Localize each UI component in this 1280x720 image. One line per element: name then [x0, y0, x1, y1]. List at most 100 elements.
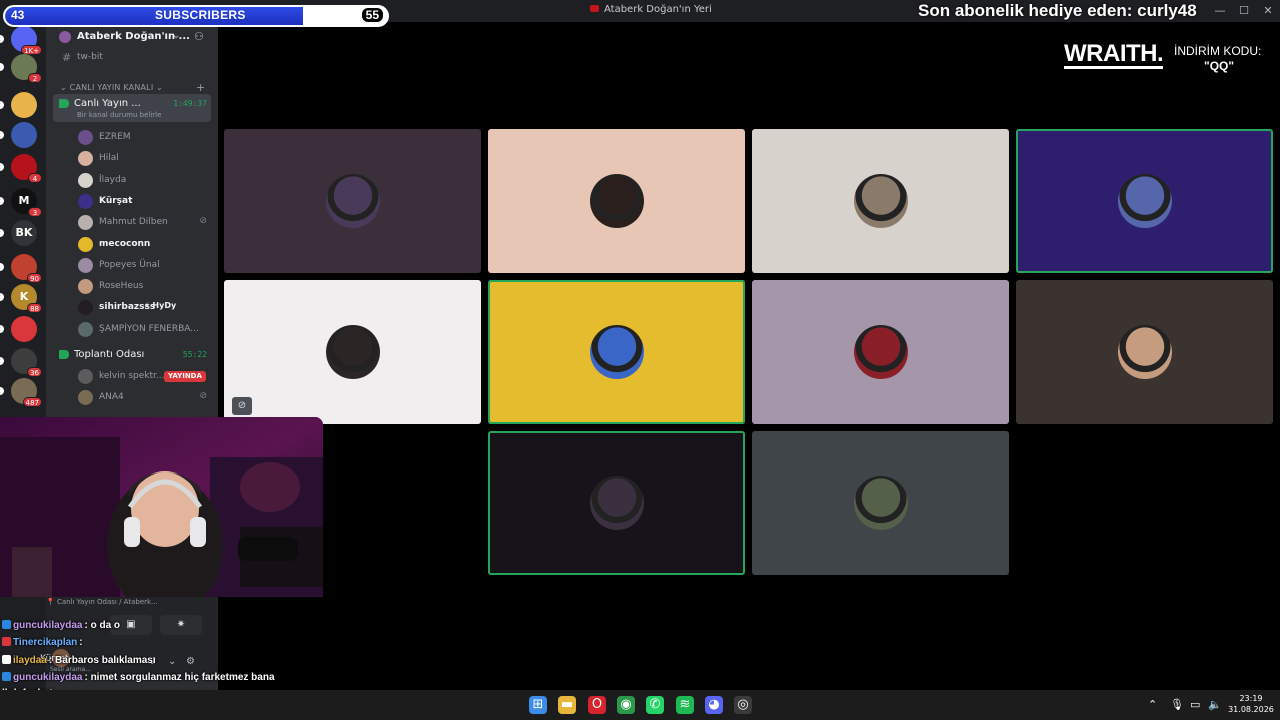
voice-channel-item[interactable]: Canlı Yayın ... 1:49:37 Bir kanal durumu b…	[53, 94, 211, 122]
headset-icon[interactable]: ♪	[150, 656, 156, 667]
mention-badge: 3	[28, 207, 42, 217]
subscriber-current: 43	[11, 8, 25, 22]
network-icon[interactable]: ▭	[1190, 698, 1200, 711]
microphone-icon[interactable]: 🎙	[1170, 698, 1184, 711]
video-tile[interactable]	[752, 129, 1009, 273]
speaker-icon[interactable]: 🔈	[1208, 698, 1222, 711]
minimize-button[interactable]: —	[1208, 2, 1232, 20]
server-icon[interactable]: K 88	[0, 284, 42, 313]
video-tile[interactable]	[1016, 280, 1273, 424]
voice-member[interactable]: İlayda	[78, 171, 213, 190]
avatar	[78, 321, 93, 337]
voice-member[interactable]: EZREM	[78, 128, 213, 147]
user-name: Kürşat	[40, 654, 69, 664]
video-tile[interactable]	[224, 280, 481, 424]
server-icon[interactable]: BK	[0, 220, 37, 246]
server-icon[interactable]	[0, 122, 37, 148]
voice-member[interactable]: RoseHeus	[78, 277, 213, 296]
create-channel-icon[interactable]: +	[196, 81, 205, 94]
live-badge: YAYINDA	[164, 371, 206, 382]
voice-member[interactable]: Hilal	[78, 149, 213, 168]
window-title-text: Ataberk Doğan'ın Yeri	[604, 4, 712, 15]
video-tile[interactable]	[488, 431, 745, 575]
maximize-button[interactable]: ☐	[1232, 2, 1256, 20]
member-name: kelvin spektr...	[99, 371, 165, 381]
chrome-icon[interactable]: ◉	[617, 696, 635, 714]
server-icon[interactable]: 1K+	[0, 26, 42, 55]
webcam-image	[0, 417, 323, 597]
server-icon[interactable]	[0, 92, 37, 118]
server-icon[interactable]: 36	[0, 348, 42, 377]
user-panel: Kürşat Sesli arama... ♪ ⌄ ⚙	[40, 641, 218, 679]
voice-member[interactable]: Mahmut Dilben ⊘	[78, 213, 213, 232]
voice-member[interactable]: Kürşat	[78, 192, 213, 211]
voice-member[interactable]: ANA4 ⊘	[78, 388, 213, 407]
system-clock[interactable]: 23:19 31.08.2026	[1226, 693, 1276, 715]
chevron-down-icon[interactable]: ⌄	[168, 656, 176, 667]
spotify-icon[interactable]: ≋	[676, 696, 694, 714]
server-icon[interactable]: 4	[0, 154, 42, 183]
unread-indicator	[0, 263, 4, 271]
voice-member[interactable]: mecoconn	[78, 235, 213, 254]
muted-icon: ⊘	[232, 397, 252, 415]
member-name: RoseHeus	[99, 281, 144, 292]
close-button[interactable]: ✕	[1256, 2, 1280, 20]
avatar	[78, 215, 93, 231]
chevron-down-icon[interactable]: ⌄	[172, 30, 180, 41]
server-icon[interactable]: 2	[0, 54, 42, 83]
file-explorer-icon[interactable]: ▬	[558, 696, 576, 714]
soundboard-button[interactable]: ✷	[160, 615, 202, 635]
video-tile[interactable]	[1016, 129, 1273, 273]
voice-member[interactable]: kelvin spektr... YAYINDA	[78, 367, 213, 386]
gear-icon[interactable]: ⚙	[186, 656, 195, 667]
voice-member[interactable]: ŞAMPİYON FENERBA...	[78, 320, 213, 339]
subscriber-label: SUBSCRIBERS	[155, 8, 246, 22]
video-tile[interactable]	[488, 129, 745, 273]
channel-status[interactable]: Bir kanal durumu belirle	[77, 111, 161, 119]
server-avatar	[11, 316, 37, 342]
server-icon	[59, 31, 71, 43]
participant-avatar	[853, 476, 908, 530]
obs-icon[interactable]: ◎	[734, 696, 752, 714]
voice-channel-name: Toplantı Odası	[74, 349, 145, 360]
mention-badge: 90	[27, 273, 42, 283]
chevron-up-icon[interactable]: ⌃	[1148, 698, 1157, 711]
mention-badge: 487	[22, 397, 42, 407]
speaker-icon	[59, 350, 69, 359]
server-header[interactable]: Ataberk Doğan'ın ... ⌄ ⚇	[46, 27, 218, 49]
voice-location[interactable]: 📍 Canlı Yayın Odası / Ataberk...	[46, 598, 158, 606]
unread-indicator	[0, 229, 4, 237]
avatar	[78, 369, 93, 384]
unread-indicator	[0, 387, 4, 395]
server-icon[interactable]: M3	[0, 188, 42, 217]
clock-time: 23:19	[1239, 694, 1263, 703]
server-icon[interactable]	[0, 316, 37, 342]
camera-button[interactable]: ▣	[110, 615, 152, 635]
category-header[interactable]: ⌄ CANLI YAYIN KANALI ⌄ +	[60, 81, 205, 94]
opera-icon[interactable]: O	[588, 696, 606, 714]
text-channel-item[interactable]: # tw-bit	[46, 49, 218, 67]
participant-avatar	[589, 174, 644, 228]
video-tile[interactable]	[752, 280, 1009, 424]
subscriber-progress-fill	[5, 7, 303, 25]
video-tile[interactable]	[488, 280, 745, 424]
participant-avatar	[325, 174, 380, 228]
video-tile[interactable]	[224, 129, 481, 273]
participant-avatar	[589, 325, 644, 379]
voice-member[interactable]: Popeyes Ünal	[78, 256, 213, 275]
voice-member[interactable]: sihirbazsss ⚡ HyDy	[78, 298, 213, 317]
whatsapp-icon[interactable]: ✆	[646, 696, 664, 714]
invite-people-icon[interactable]: ⚇	[194, 30, 204, 43]
last-gift-sub-text: Son abonelik hediye eden: curly48	[918, 1, 1197, 20]
mention-badge: 4	[28, 173, 42, 183]
avatar	[78, 172, 93, 188]
server-icon[interactable]: 90	[0, 254, 42, 283]
video-tile[interactable]	[752, 431, 1009, 575]
screen: Ataberk Doğan'ın Yeri — ☐ ✕ 1K+ 2 4 M 3 BK 90 K…	[0, 0, 1280, 720]
server-icon[interactable]: 487	[0, 378, 42, 407]
member-name: ANA4	[99, 392, 124, 403]
voice-location-text: Canlı Yayın Odası / Ataberk...	[56, 598, 158, 606]
windows-start-icon[interactable]: ⊞	[529, 696, 547, 714]
member-name: EZREM	[99, 132, 131, 142]
discord-icon[interactable]: ◕	[705, 696, 723, 714]
